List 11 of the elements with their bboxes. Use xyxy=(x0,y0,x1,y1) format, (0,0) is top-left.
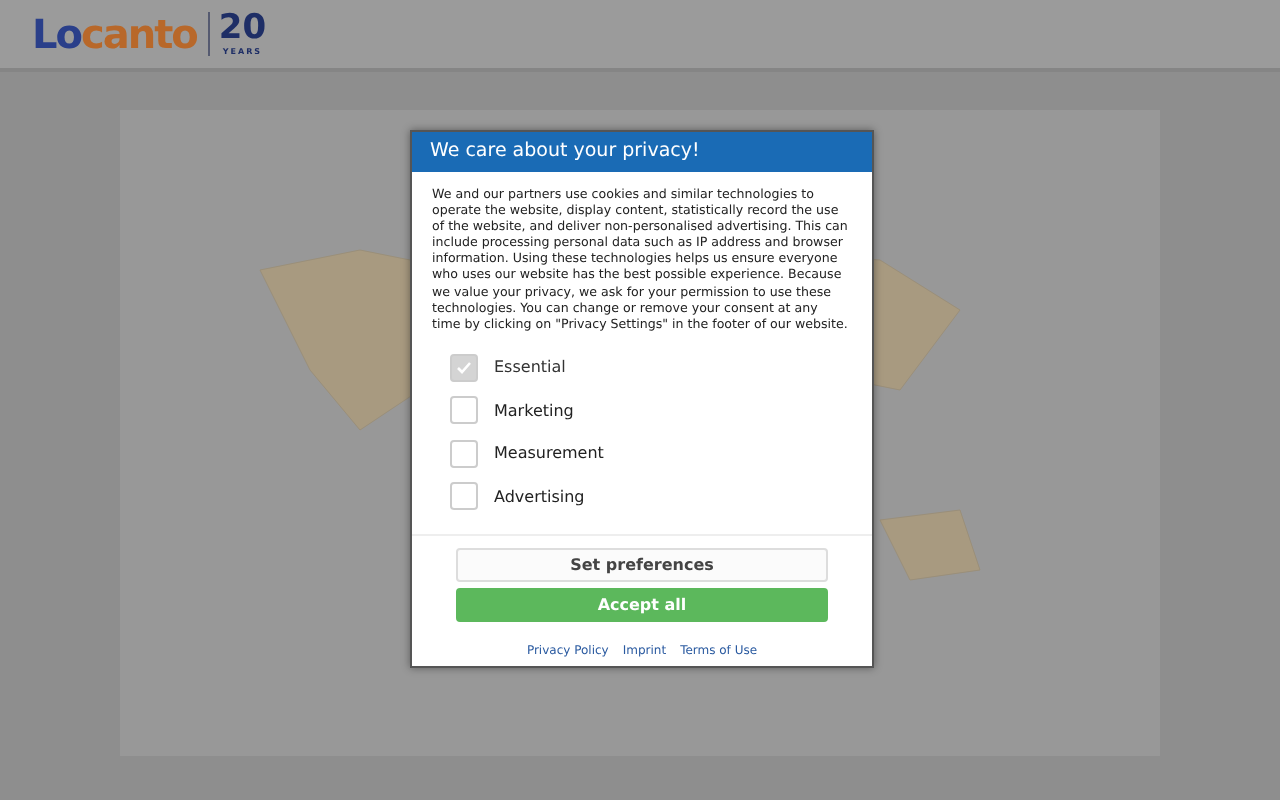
dialog-title: We care about your privacy! xyxy=(412,132,872,172)
checkbox[interactable] xyxy=(450,396,478,425)
option-label: Advertising xyxy=(494,487,585,506)
preferences-button[interactable]: Set preferences xyxy=(456,547,828,582)
option-label: Essential xyxy=(494,358,566,377)
option-label: Measurement xyxy=(494,444,604,463)
check-icon xyxy=(456,359,472,376)
checkbox[interactable] xyxy=(450,482,478,511)
badge-number: 20 xyxy=(218,12,267,46)
checkbox[interactable] xyxy=(450,439,478,468)
option-label: Marketing xyxy=(494,401,574,420)
